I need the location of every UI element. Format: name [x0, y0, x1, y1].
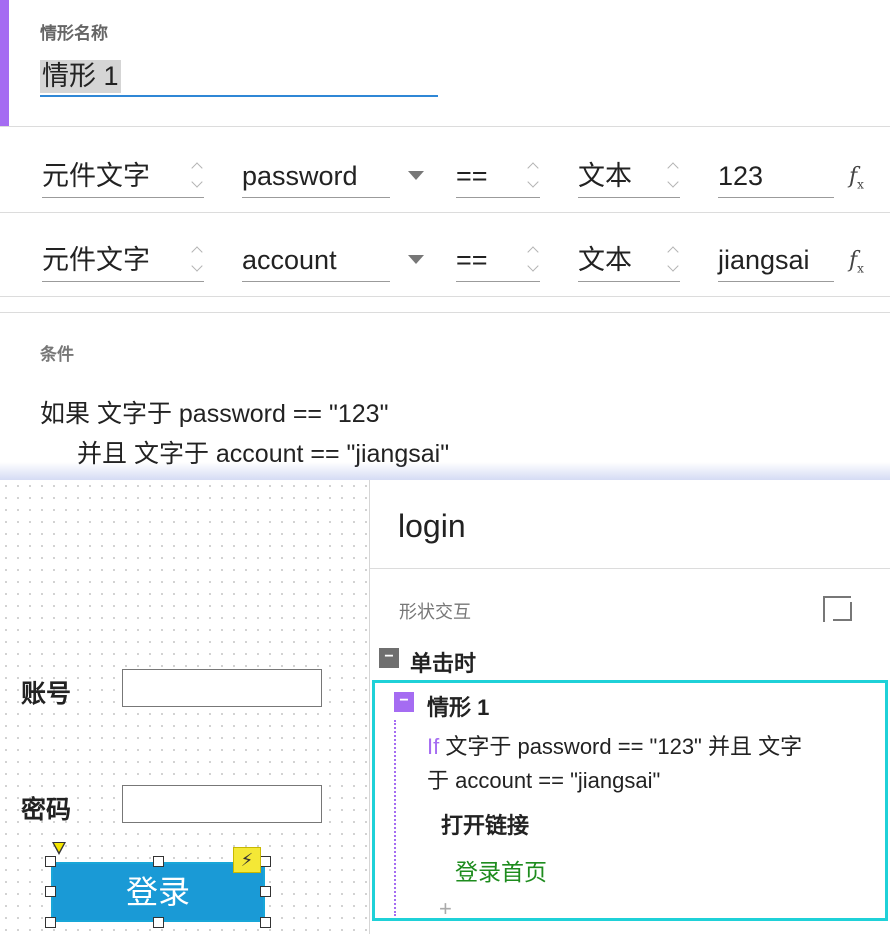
value-type-value: 文本 [578, 161, 632, 191]
operator-select[interactable]: == [456, 154, 540, 198]
action-target-page[interactable]: 登录首页 [455, 853, 547, 887]
case-tree-line [394, 720, 396, 916]
resize-handle[interactable] [45, 856, 56, 867]
resize-handle[interactable] [260, 917, 271, 928]
widget-value: account [242, 245, 337, 275]
divider [0, 212, 890, 213]
panel-shadow [0, 462, 890, 482]
divider [0, 296, 890, 297]
action-open-link[interactable]: 打开链接 [441, 808, 529, 840]
condition-row-1: 元件文字 password == 文本 123 fx [0, 130, 890, 214]
interactions-section-title: 形状交互 [399, 602, 471, 622]
case-name-input[interactable]: 情形 1 [40, 60, 438, 97]
rotation-marker-fill [54, 843, 64, 852]
value-text: 123 [718, 161, 764, 191]
value-type-select[interactable]: 文本 [578, 238, 680, 282]
case-editor: 情形名称 情形 1 元件文字 password == 文本 123 fx 元件文… [0, 0, 890, 482]
widget-select[interactable]: account [242, 238, 424, 282]
spinner-icon [666, 244, 680, 276]
interaction-bolt-icon[interactable]: ⚡ [233, 847, 261, 873]
condition-summary-line-1: 如果 文字于 password == "123" [40, 400, 389, 428]
password-label: 密码 [21, 796, 72, 824]
resize-handle[interactable] [45, 917, 56, 928]
conditions-title: 条件 [40, 345, 74, 364]
dropdown-arrow-icon[interactable] [408, 255, 424, 264]
spinner-icon [666, 160, 680, 192]
spinner-icon [526, 160, 540, 192]
target-type-select[interactable]: 元件文字 [42, 238, 204, 282]
value-type-value: 文本 [578, 245, 632, 275]
divider [370, 568, 890, 569]
target-type-select[interactable]: 元件文字 [42, 154, 204, 198]
condition-row-2: 元件文字 account == 文本 jiangsai fx [0, 214, 890, 298]
resize-handle[interactable] [260, 886, 271, 897]
case-accent-bar [0, 0, 9, 126]
operator-value: == [456, 161, 488, 191]
target-type-value: 元件文字 [42, 245, 150, 275]
dropdown-arrow-icon[interactable] [408, 171, 424, 180]
divider [0, 312, 890, 313]
event-collapse-icon[interactable]: − [379, 648, 399, 668]
widget-value: password [242, 161, 358, 191]
case-condition-line-1: If 文字于 password == "123" 并且 文字 [427, 729, 802, 761]
case-collapse-icon[interactable]: − [394, 692, 414, 712]
condition-text: 文字于 password == "123" 并且 文字 [439, 734, 803, 759]
resize-handle[interactable] [153, 917, 164, 928]
value-text: jiangsai [718, 245, 810, 275]
add-action-icon[interactable]: + [439, 896, 452, 922]
case-condition-line-2: 于 account == "jiangsai" [427, 768, 661, 793]
value-input[interactable]: jiangsai [718, 238, 834, 282]
value-type-select[interactable]: 文本 [578, 154, 680, 198]
case-title[interactable]: 情形 1 [427, 690, 489, 722]
spinner-icon [190, 160, 204, 192]
case-name-value[interactable]: 情形 1 [40, 60, 121, 93]
collapse-all-icon[interactable] [823, 596, 852, 622]
widget-name[interactable]: login [398, 508, 466, 545]
event-label[interactable]: 单击时 [410, 646, 476, 678]
function-icon[interactable]: fx [849, 164, 864, 191]
value-input[interactable]: 123 [718, 154, 834, 198]
resize-handle[interactable] [45, 886, 56, 897]
divider [0, 126, 890, 127]
target-type-value: 元件文字 [42, 161, 150, 191]
password-field[interactable] [122, 785, 322, 823]
resize-handle[interactable] [260, 856, 271, 867]
spinner-icon [526, 244, 540, 276]
spinner-icon [190, 244, 204, 276]
account-label: 账号 [21, 680, 72, 708]
account-field[interactable] [122, 669, 322, 707]
case-name-label: 情形名称 [40, 24, 108, 43]
operator-select[interactable]: == [456, 238, 540, 282]
widget-select[interactable]: password [242, 154, 424, 198]
if-keyword: If [427, 734, 440, 759]
operator-value: == [456, 245, 488, 275]
resize-handle[interactable] [153, 856, 164, 867]
function-icon[interactable]: fx [849, 248, 864, 275]
